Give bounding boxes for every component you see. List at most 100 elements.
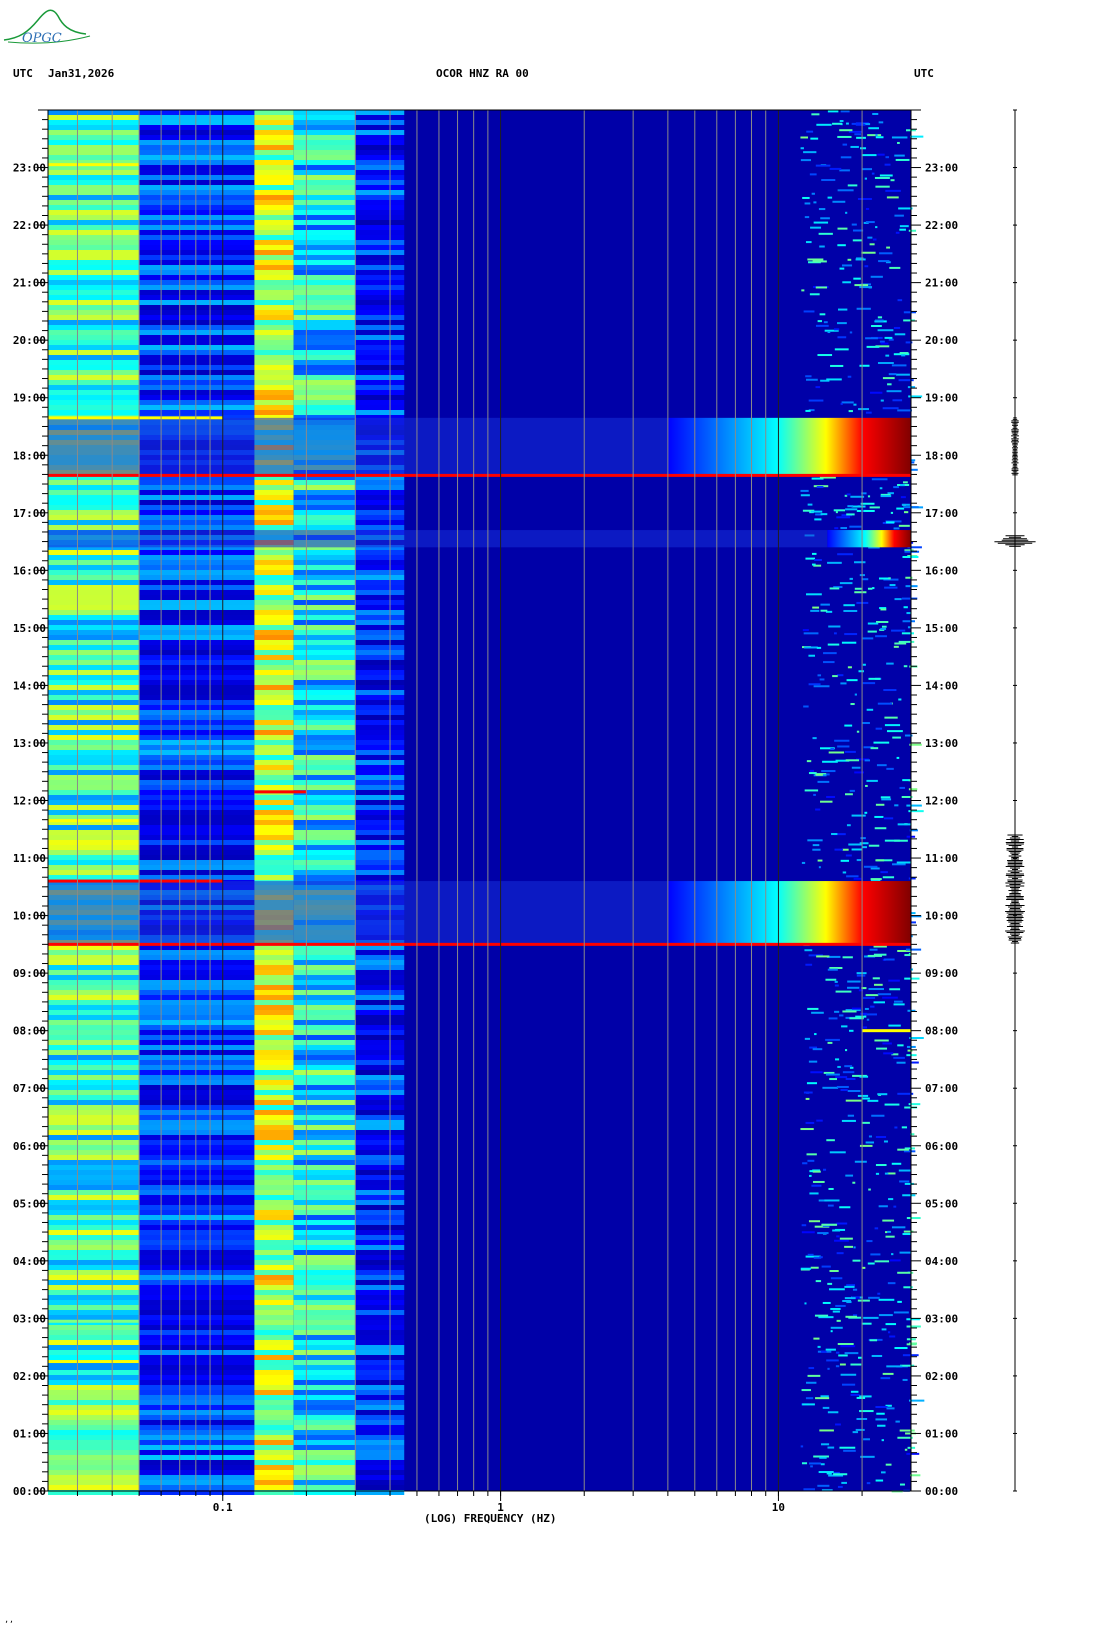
noise-speck bbox=[839, 1237, 853, 1240]
band-0-strip bbox=[48, 230, 140, 235]
band-0-strip bbox=[48, 635, 140, 640]
noise-speck bbox=[809, 293, 820, 296]
band-4-strip bbox=[355, 740, 405, 745]
noise-speck bbox=[813, 685, 830, 688]
band-2-strip bbox=[254, 215, 294, 220]
band-4-strip bbox=[355, 1230, 405, 1235]
noise-speck bbox=[837, 227, 848, 230]
band-4-strip bbox=[355, 1415, 405, 1420]
noise-speck bbox=[828, 1187, 834, 1190]
band-4-strip bbox=[355, 1465, 405, 1470]
noise-speck bbox=[874, 1227, 879, 1230]
band-1-strip bbox=[139, 975, 255, 980]
band-2-strip bbox=[254, 370, 294, 375]
band-0-strip bbox=[48, 1070, 140, 1075]
noise-speck bbox=[805, 241, 812, 244]
band-2-strip bbox=[254, 1360, 294, 1365]
band-0-strip bbox=[48, 1075, 140, 1080]
band-0-strip bbox=[48, 290, 140, 295]
noise-speck bbox=[819, 1456, 827, 1459]
band-2-strip bbox=[254, 1160, 294, 1165]
band-1-strip bbox=[139, 735, 255, 740]
band-4-strip bbox=[355, 515, 405, 520]
y-tick-label-right: 20:00 bbox=[925, 334, 958, 347]
band-4-strip bbox=[355, 1460, 405, 1465]
band-1-strip bbox=[139, 845, 255, 850]
noise-speck bbox=[851, 814, 866, 817]
band-3-strip bbox=[293, 145, 356, 150]
band-4-strip bbox=[355, 810, 405, 815]
noise-speck bbox=[808, 1367, 815, 1370]
noise-speck bbox=[870, 275, 883, 278]
band-0-strip bbox=[48, 570, 140, 575]
band-0-strip bbox=[48, 235, 140, 240]
y-tick-label-left: 06:00 bbox=[13, 1140, 46, 1153]
noise-speck bbox=[893, 1003, 905, 1006]
band-2-strip bbox=[254, 1270, 294, 1275]
noise-speck bbox=[880, 399, 884, 402]
band-0-strip bbox=[48, 1225, 140, 1230]
noise-speck bbox=[874, 815, 884, 818]
noise-speck bbox=[870, 1005, 875, 1008]
band-1-strip bbox=[139, 1270, 255, 1275]
y-tick-label-left: 23:00 bbox=[13, 162, 46, 175]
noise-speck bbox=[829, 1270, 839, 1273]
band-0-strip bbox=[48, 850, 140, 855]
band-4-strip bbox=[355, 1175, 405, 1180]
band-4-strip bbox=[355, 190, 405, 195]
noise-speck bbox=[875, 727, 883, 730]
band-4-strip bbox=[355, 750, 405, 755]
band-3-strip bbox=[293, 1225, 356, 1230]
noise-speck bbox=[827, 110, 839, 113]
noise-speck bbox=[814, 1314, 829, 1317]
band-3-strip bbox=[293, 1040, 356, 1045]
band-2-strip bbox=[254, 1480, 294, 1485]
band-0-strip bbox=[48, 730, 140, 735]
band-3-strip bbox=[293, 1235, 356, 1240]
noise-speck bbox=[851, 223, 857, 226]
band-1-strip bbox=[139, 325, 255, 330]
band-0-strip bbox=[48, 305, 140, 310]
band-1-strip bbox=[139, 1410, 255, 1415]
band-4-strip bbox=[355, 1130, 405, 1135]
band-3-strip bbox=[293, 160, 356, 165]
noise-speck bbox=[896, 861, 911, 864]
band-2-strip bbox=[254, 855, 294, 860]
band-0-strip bbox=[48, 660, 140, 665]
band-3-strip bbox=[293, 295, 356, 300]
noise-speck bbox=[830, 1307, 841, 1310]
noise-speck bbox=[829, 966, 843, 969]
band-0-strip bbox=[48, 1110, 140, 1115]
noise-speck bbox=[881, 1439, 884, 1442]
band-3-strip bbox=[293, 250, 356, 255]
noise-speck bbox=[847, 184, 858, 187]
band-4-strip bbox=[355, 130, 405, 135]
noise-speck bbox=[893, 527, 900, 530]
event-2-energy bbox=[667, 417, 911, 476]
band-3-strip bbox=[293, 370, 356, 375]
noise-speck bbox=[875, 859, 885, 862]
band-1-strip bbox=[139, 130, 255, 135]
band-4-strip bbox=[355, 830, 405, 835]
band-0-strip bbox=[48, 1305, 140, 1310]
band-1-strip bbox=[139, 665, 255, 670]
noise-speck bbox=[882, 1042, 892, 1045]
band-3-strip bbox=[293, 1390, 356, 1395]
band-3-strip bbox=[293, 1345, 356, 1350]
band-3-strip bbox=[293, 480, 356, 485]
band-4-strip bbox=[355, 1030, 405, 1035]
band-0-strip bbox=[48, 375, 140, 380]
noise-speck bbox=[874, 1039, 889, 1042]
y-tick-label-right: 14:00 bbox=[925, 679, 958, 692]
band-1-strip bbox=[139, 170, 255, 175]
noise-speck bbox=[882, 876, 895, 879]
band-0-strip bbox=[48, 740, 140, 745]
band-0-strip bbox=[48, 560, 140, 565]
band-3-strip bbox=[293, 620, 356, 625]
band-4-strip bbox=[355, 170, 405, 175]
noise-speck bbox=[894, 154, 905, 157]
band-3-strip bbox=[293, 1275, 356, 1280]
band-1-strip bbox=[139, 340, 255, 345]
band-4-strip bbox=[355, 965, 405, 970]
noise-speck bbox=[805, 963, 813, 966]
